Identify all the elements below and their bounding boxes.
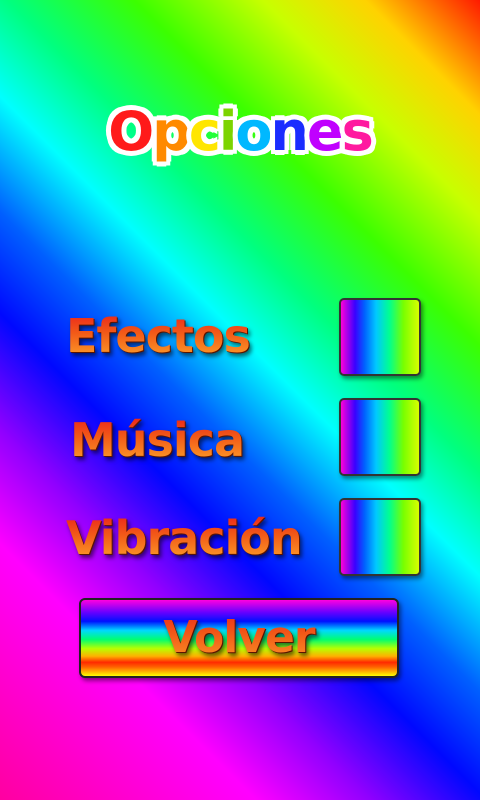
title-letter: i <box>217 99 238 165</box>
title-letter: p <box>151 99 193 165</box>
option-label-efectos: Efectos <box>66 306 251 366</box>
title-letter: c <box>187 99 222 165</box>
options-screen: { "title": { "text": "Opciones", "letter… <box>0 0 480 800</box>
musica-toggle-button[interactable] <box>339 398 421 476</box>
title-letter: e <box>305 99 345 165</box>
page-title: Opciones <box>0 92 480 172</box>
vibracion-toggle-button[interactable] <box>339 498 421 576</box>
option-label-musica: Música <box>70 410 245 470</box>
volver-button[interactable]: Volver <box>79 598 399 678</box>
title-letter: o <box>234 99 274 165</box>
title-letter: s <box>340 99 375 165</box>
option-label-vibracion: Vibración <box>66 508 303 568</box>
title-letter: n <box>269 99 311 165</box>
volver-button-label: Volver <box>81 600 397 676</box>
efectos-toggle-button[interactable] <box>339 298 421 376</box>
title-letter: O <box>107 99 156 165</box>
